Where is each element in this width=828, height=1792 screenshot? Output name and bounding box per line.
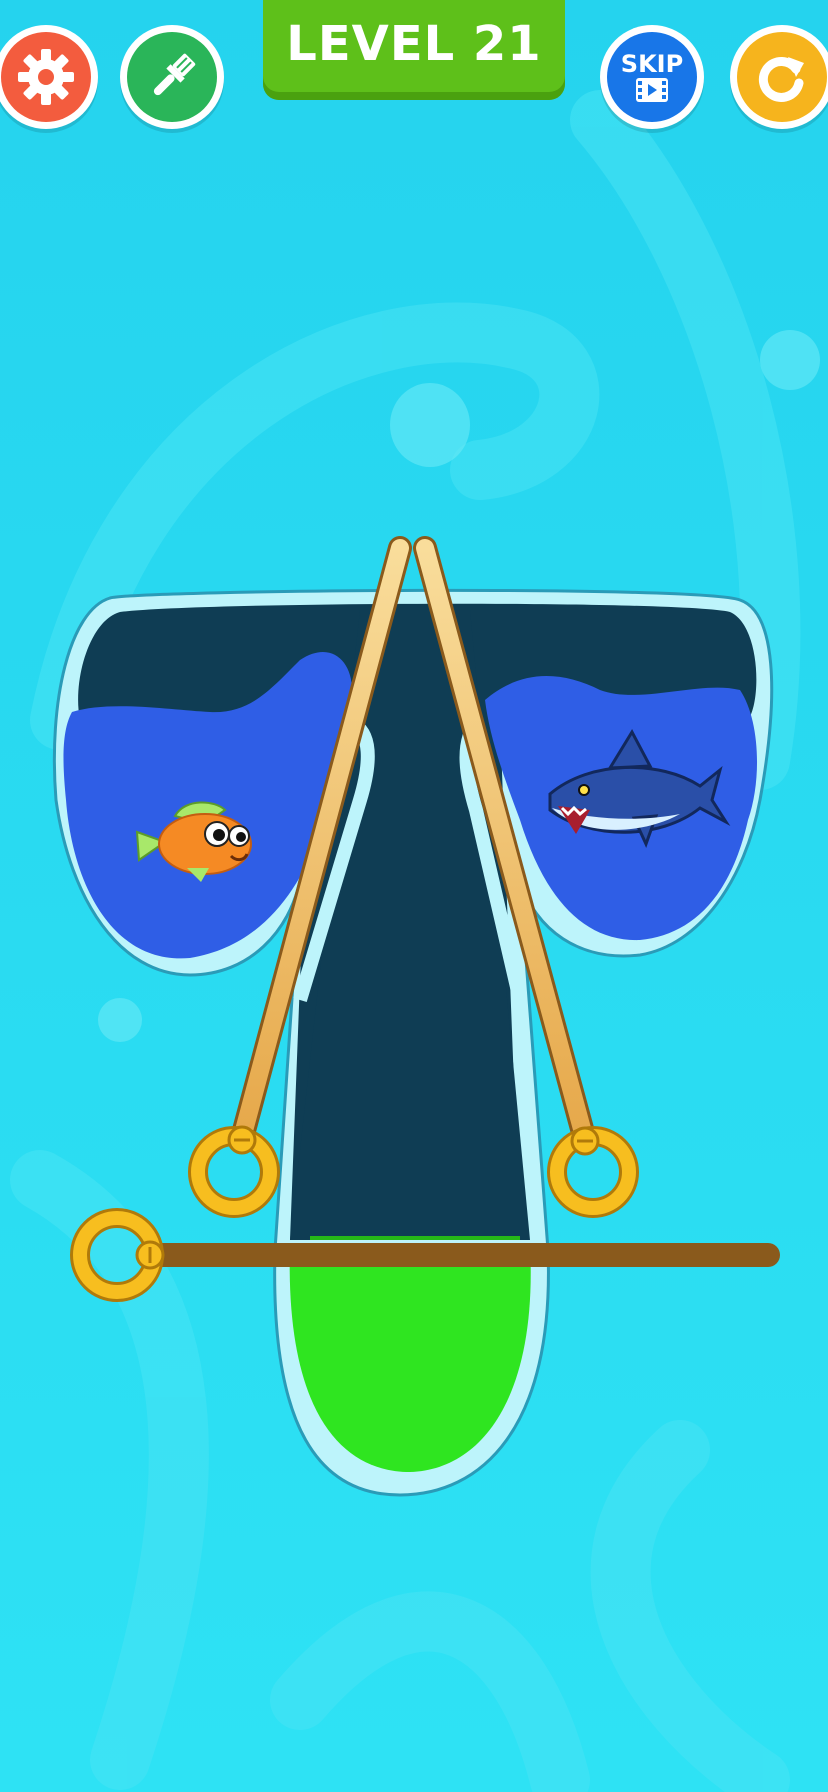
paintbrush-icon	[153, 53, 196, 96]
skip-button-face: SKIP	[607, 32, 697, 122]
level-badge: LEVEL 21	[263, 0, 565, 100]
video-film-icon	[636, 78, 668, 102]
skip-level-button[interactable]: SKIP	[600, 25, 704, 129]
level-title: LEVEL 21	[286, 16, 542, 72]
gear-icon	[18, 49, 74, 105]
settings-button-face	[1, 32, 91, 122]
game-scene	[0, 0, 828, 1792]
restart-button[interactable]	[730, 25, 828, 129]
paint-button-face	[127, 32, 217, 122]
restart-arrow-icon	[758, 56, 804, 102]
paint-button[interactable]	[120, 25, 224, 129]
skip-label: SKIP	[620, 50, 684, 78]
restart-button-face	[737, 32, 827, 122]
